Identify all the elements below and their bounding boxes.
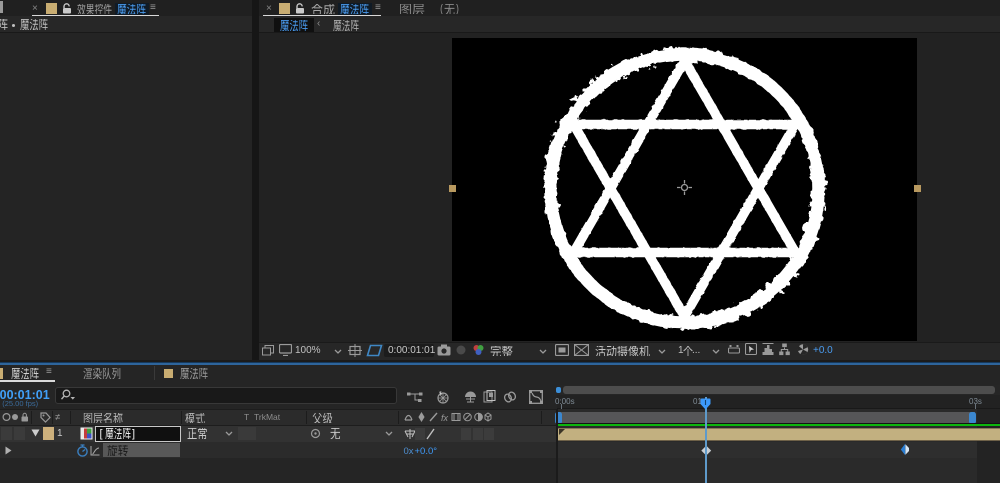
svg-text:fx: fx <box>441 413 449 423</box>
